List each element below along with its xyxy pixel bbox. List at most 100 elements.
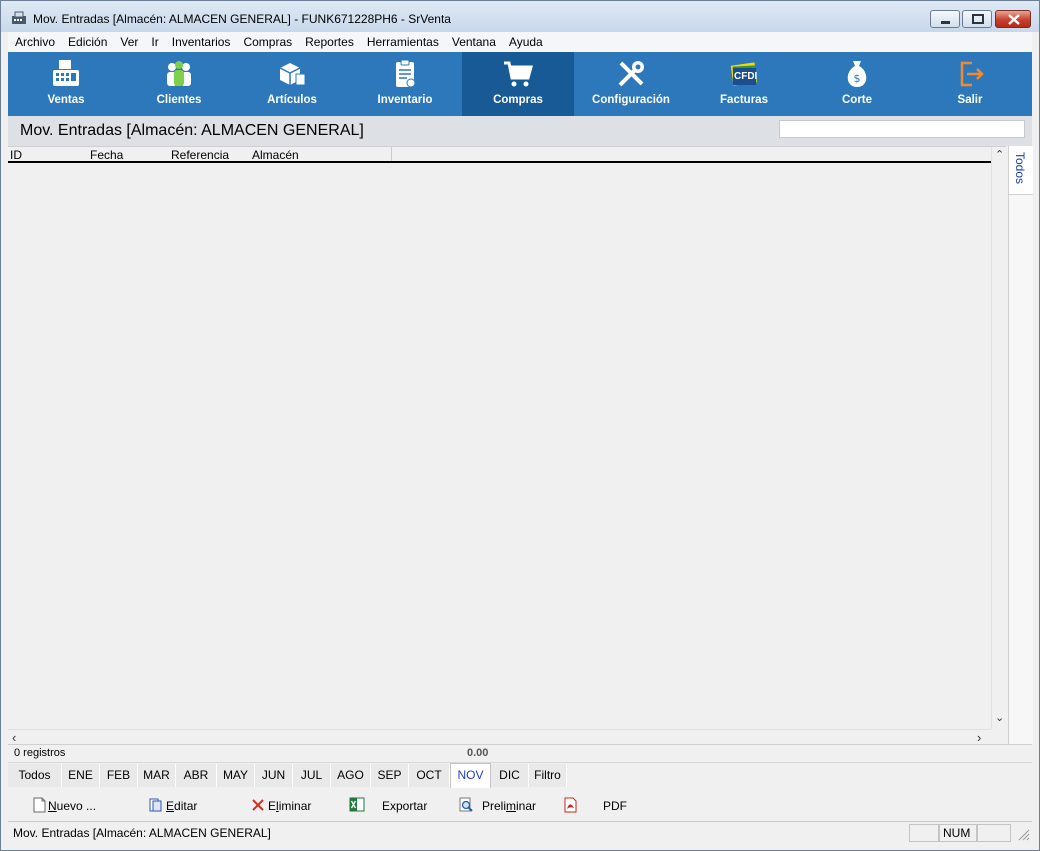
editar-label: Editar bbox=[166, 799, 197, 813]
summary-bar: 0 registros 0.00 bbox=[8, 744, 1032, 762]
tab-ene[interactable]: ENE bbox=[62, 764, 100, 787]
label-part: E bbox=[268, 799, 277, 813]
tools-icon bbox=[618, 61, 644, 87]
search-input[interactable] bbox=[779, 120, 1025, 138]
side-tab-todos[interactable]: Todos bbox=[1009, 146, 1033, 195]
toolbar-label: Configuración bbox=[592, 94, 670, 106]
minimize-button[interactable] bbox=[930, 10, 960, 28]
side-tab-label: Todos bbox=[1013, 152, 1027, 185]
menu-ir[interactable]: Ir bbox=[144, 32, 164, 49]
delete-x-icon bbox=[252, 799, 264, 811]
tab-mar[interactable]: MAR bbox=[138, 764, 176, 787]
tab-abr[interactable]: ABR bbox=[176, 764, 217, 787]
resize-grip-icon[interactable] bbox=[1016, 827, 1030, 841]
tab-feb[interactable]: FEB bbox=[100, 764, 138, 787]
label-part: Exportar bbox=[382, 799, 428, 813]
label-part: PDF bbox=[603, 799, 627, 813]
toolbar-salir-button[interactable]: Salir bbox=[914, 52, 1026, 116]
nuevo-button[interactable]: Nuevo ... bbox=[32, 797, 112, 815]
tab-may[interactable]: MAY bbox=[217, 764, 255, 787]
status-pane-num: NUM bbox=[939, 824, 977, 842]
label-part: ditar bbox=[174, 799, 198, 813]
page-header: Mov. Entradas [Almacén: ALMACEN GENERAL] bbox=[8, 116, 1032, 146]
toolbar-label: Inventario bbox=[377, 94, 433, 106]
scroll-up-icon[interactable]: ⌃ bbox=[995, 148, 1004, 161]
total-amount: 0.00 bbox=[467, 747, 489, 759]
toolbar-label: Compras bbox=[493, 94, 543, 106]
pdf-button[interactable]: PDF bbox=[563, 797, 633, 815]
action-bar: Nuevo ... Editar Eliminar Exportar Preli… bbox=[8, 790, 1032, 820]
header-underline bbox=[8, 161, 991, 163]
toolbar-label: Artículos bbox=[267, 94, 317, 106]
tab-jul[interactable]: JUL bbox=[293, 764, 331, 787]
label-part: iminar bbox=[278, 799, 312, 813]
menu-bar: Archivo Edición Ver Ir Inventarios Compras Rep… bbox=[8, 32, 1032, 52]
column-referencia[interactable]: Referencia bbox=[171, 148, 229, 162]
tab-jun[interactable]: JUN bbox=[255, 764, 293, 787]
tab-todos[interactable]: Todos bbox=[8, 764, 62, 787]
tab-oct[interactable]: OCT bbox=[409, 764, 450, 787]
records-grid[interactable]: ID Fecha Referencia Almacén ⌃ ⌄ ‹ › bbox=[8, 146, 1007, 746]
side-tab-panel: Todos bbox=[1008, 146, 1033, 744]
scroll-down-icon[interactable]: ⌄ bbox=[995, 711, 1004, 724]
toolbar-clientes-button[interactable]: Clientes bbox=[123, 52, 235, 116]
scroll-right-icon[interactable]: › bbox=[977, 730, 981, 745]
menu-ventana[interactable]: Ventana bbox=[445, 32, 502, 49]
tab-sep[interactable]: SEP bbox=[371, 764, 409, 787]
label-part: inar bbox=[516, 799, 537, 813]
cash-register-icon bbox=[53, 60, 79, 86]
pdf-icon bbox=[564, 797, 577, 813]
tab-ago[interactable]: AGO bbox=[331, 764, 371, 787]
title-bar[interactable]: Mov. Entradas [Almacén: ALMACEN GENERAL]… bbox=[1, 1, 1039, 32]
menu-herramientas[interactable]: Herramientas bbox=[360, 32, 445, 49]
tab-filtro[interactable]: Filtro bbox=[529, 764, 567, 787]
exit-icon bbox=[960, 61, 984, 87]
exportar-label: Exportar bbox=[382, 799, 427, 813]
month-tabs: Todos ENE FEB MAR ABR MAY JUN JUL AGO SE… bbox=[8, 762, 1032, 788]
column-almacen[interactable]: Almacén bbox=[252, 148, 299, 162]
toolbar-inventario-button[interactable]: Inventario bbox=[349, 52, 461, 116]
boxes-icon bbox=[279, 63, 306, 86]
people-icon bbox=[167, 61, 191, 86]
toolbar-articulos-button[interactable]: Artículos bbox=[236, 52, 348, 116]
excel-icon bbox=[349, 797, 365, 812]
preview-magnifier-icon bbox=[459, 797, 473, 812]
scroll-left-icon[interactable]: ‹ bbox=[12, 730, 16, 745]
toolbar-label: Ventas bbox=[47, 94, 85, 106]
close-icon bbox=[1008, 14, 1020, 25]
toolbar-corte-button[interactable]: $ Corte bbox=[801, 52, 913, 116]
toolbar-configuracion-button[interactable]: Configuración bbox=[575, 52, 687, 116]
tab-dic[interactable]: DIC bbox=[491, 764, 529, 787]
menu-archivo[interactable]: Archivo bbox=[8, 32, 61, 49]
column-id[interactable]: ID bbox=[10, 148, 22, 162]
preliminar-button[interactable]: Preliminar bbox=[458, 797, 553, 815]
new-document-icon bbox=[33, 797, 46, 813]
tab-nov[interactable]: NOV bbox=[450, 763, 491, 788]
close-button[interactable] bbox=[995, 10, 1031, 28]
status-pane-caps bbox=[909, 824, 939, 842]
eliminar-button[interactable]: Eliminar bbox=[250, 797, 330, 815]
menu-ver[interactable]: Ver bbox=[113, 32, 144, 49]
menu-ayuda[interactable]: Ayuda bbox=[502, 32, 549, 49]
menu-inventarios[interactable]: Inventarios bbox=[165, 32, 237, 49]
exportar-button[interactable]: Exportar bbox=[349, 797, 439, 815]
toolbar-label: Facturas bbox=[720, 94, 768, 106]
vertical-scrollbar[interactable]: ⌃ ⌄ bbox=[991, 147, 1007, 729]
toolbar-compras-button[interactable]: Compras bbox=[462, 52, 574, 116]
toolbar-facturas-button[interactable]: CFDI Facturas bbox=[688, 52, 800, 116]
editar-button[interactable]: Editar bbox=[148, 797, 218, 815]
label-part: uevo ... bbox=[56, 799, 97, 813]
record-count: 0 registros bbox=[14, 747, 66, 759]
toolbar-ventas-button[interactable]: Ventas bbox=[10, 52, 122, 116]
column-fecha[interactable]: Fecha bbox=[90, 148, 123, 162]
clipboard-icon bbox=[396, 59, 416, 88]
nuevo-label: Nuevo ... bbox=[48, 799, 96, 813]
menu-reportes[interactable]: Reportes bbox=[298, 32, 360, 49]
menu-edicion[interactable]: Edición bbox=[61, 32, 113, 49]
menu-compras[interactable]: Compras bbox=[236, 32, 298, 49]
app-icon bbox=[12, 11, 26, 24]
maximize-button[interactable] bbox=[962, 10, 992, 28]
main-toolbar: Ventas Clientes Artículos Inventario Com… bbox=[8, 52, 1032, 116]
status-bar: Mov. Entradas [Almacén: ALMACEN GENERAL]… bbox=[8, 821, 1032, 844]
status-message: Mov. Entradas [Almacén: ALMACEN GENERAL] bbox=[13, 826, 271, 840]
